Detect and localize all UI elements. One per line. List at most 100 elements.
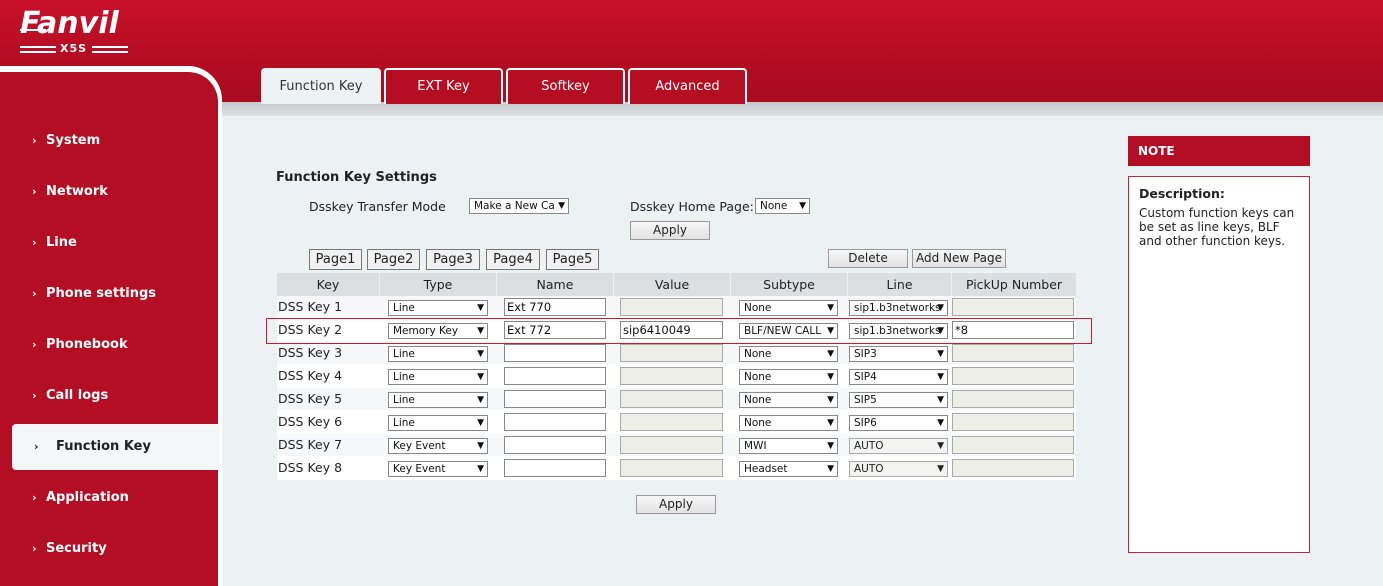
note-header: NOTE xyxy=(1128,136,1310,166)
page3-button[interactable]: Page3 xyxy=(426,249,480,270)
name-input[interactable] xyxy=(504,367,606,385)
subtype-select[interactable]: None ▼ xyxy=(739,369,838,385)
type-select-text: Line xyxy=(393,417,415,429)
line-select[interactable]: AUTO ▼ xyxy=(849,461,948,477)
pickup-input[interactable] xyxy=(952,436,1074,454)
apply-bottom-button[interactable]: Apply xyxy=(636,495,716,514)
sidebar-item-label: Network xyxy=(46,184,108,199)
page2-button[interactable]: Page2 xyxy=(367,249,420,270)
value-input[interactable] xyxy=(620,459,723,477)
dropdown-arrow-icon: ▼ xyxy=(477,303,484,313)
page5-button[interactable]: Page5 xyxy=(546,249,599,270)
dropdown-arrow-icon: ▼ xyxy=(937,303,944,313)
subtype-select[interactable]: None ▼ xyxy=(739,346,838,362)
type-select[interactable]: Line ▼ xyxy=(388,392,488,408)
subtype-select[interactable]: None ▼ xyxy=(739,300,838,316)
type-select[interactable]: Line ▼ xyxy=(388,300,488,316)
sidebar-item-application[interactable]: › Application xyxy=(0,475,218,521)
line-select[interactable]: AUTO ▼ xyxy=(849,438,948,454)
line-select-text: SIP4 xyxy=(854,371,877,383)
sidebar-item-system[interactable]: › System xyxy=(0,118,218,164)
line-select[interactable]: SIP6 ▼ xyxy=(849,415,948,431)
value-input[interactable] xyxy=(620,436,723,454)
dropdown-arrow-icon: ▼ xyxy=(827,303,834,313)
tab-advanced[interactable]: Advanced xyxy=(628,68,747,104)
line-select-text: AUTO xyxy=(854,463,884,475)
line-select[interactable]: SIP5 ▼ xyxy=(849,392,948,408)
column-header-type: Type xyxy=(380,273,496,296)
pickup-input[interactable] xyxy=(952,367,1074,385)
sidebar-item-phone-settings[interactable]: › Phone settings xyxy=(0,271,218,317)
page1-button[interactable]: Page1 xyxy=(309,249,362,270)
sidebar-item-call-logs[interactable]: › Call logs xyxy=(0,373,218,419)
type-select[interactable]: Key Event ▼ xyxy=(388,438,488,454)
value-input[interactable] xyxy=(620,344,723,362)
column-header-value: Value xyxy=(614,273,730,296)
type-select[interactable]: Line ▼ xyxy=(388,415,488,431)
sidebar-item-label: Line xyxy=(46,235,77,250)
chevron-right-icon: › xyxy=(32,287,37,300)
value-input[interactable] xyxy=(620,413,723,431)
delete-button[interactable]: Delete xyxy=(828,249,908,268)
line-select[interactable]: SIP4 ▼ xyxy=(849,369,948,385)
subtype-select-text: None xyxy=(744,371,772,383)
subtype-select[interactable]: None ▼ xyxy=(739,415,838,431)
type-select[interactable]: Line ▼ xyxy=(388,369,488,385)
type-select[interactable]: Key Event ▼ xyxy=(388,461,488,477)
type-select-text: Line xyxy=(393,302,415,314)
sidebar-item-network[interactable]: › Network xyxy=(0,169,218,215)
subtype-select[interactable]: Headset ▼ xyxy=(739,461,838,477)
line-select[interactable]: sip1.b3networks ▼ xyxy=(849,300,948,316)
chevron-right-icon: › xyxy=(32,134,37,147)
name-input[interactable] xyxy=(504,459,606,477)
pickup-input[interactable] xyxy=(952,344,1074,362)
value-input[interactable] xyxy=(620,298,723,316)
dropdown-arrow-icon: ▼ xyxy=(937,464,944,474)
pickup-input[interactable] xyxy=(952,459,1074,477)
select-value: None xyxy=(760,200,788,212)
subtype-select[interactable]: None ▼ xyxy=(739,392,838,408)
sidebar-item-phonebook[interactable]: › Phonebook xyxy=(0,322,218,368)
column-header-line: Line xyxy=(848,273,951,296)
dropdown-arrow-icon: ▼ xyxy=(477,372,484,382)
tab-softkey[interactable]: Softkey xyxy=(506,68,625,104)
name-input[interactable] xyxy=(504,413,606,431)
name-input[interactable] xyxy=(504,436,606,454)
name-input[interactable] xyxy=(504,344,606,362)
dropdown-arrow-icon: ▼ xyxy=(827,395,834,405)
type-select[interactable]: Line ▼ xyxy=(388,346,488,362)
name-input[interactable]: Ext 770 xyxy=(504,298,606,316)
column-header-pickup: PickUp Number xyxy=(952,273,1076,296)
value-input[interactable] xyxy=(620,367,723,385)
tab-function-key[interactable]: Function Key xyxy=(261,68,381,104)
line-select[interactable]: SIP3 ▼ xyxy=(849,346,948,362)
sidebar-item-security[interactable]: › Security xyxy=(0,526,218,572)
subtype-select[interactable]: MWI ▼ xyxy=(739,438,838,454)
home-page-select[interactable]: None ▼ xyxy=(755,198,810,214)
dropdown-arrow-icon: ▼ xyxy=(937,441,944,451)
sidebar-item-function-key[interactable]: › Function Key xyxy=(12,424,220,470)
sidebar-item-label: Phonebook xyxy=(46,337,128,352)
name-input[interactable] xyxy=(504,390,606,408)
subtype-select-text: None xyxy=(744,417,772,429)
value-input[interactable] xyxy=(620,390,723,408)
logo-stripe xyxy=(92,46,128,48)
pickup-input[interactable] xyxy=(952,390,1074,408)
key-label: DSS Key 4 xyxy=(278,368,343,383)
page4-button[interactable]: Page4 xyxy=(486,249,540,270)
key-label: DSS Key 1 xyxy=(278,299,343,314)
note-panel: Description: Custom function keys can be… xyxy=(1128,176,1310,553)
apply-top-button[interactable]: Apply xyxy=(630,221,710,240)
dropdown-arrow-icon: ▼ xyxy=(827,372,834,382)
dropdown-arrow-icon: ▼ xyxy=(937,349,944,359)
pickup-input[interactable] xyxy=(952,298,1074,316)
dropdown-arrow-icon: ▼ xyxy=(477,464,484,474)
pickup-input[interactable] xyxy=(952,413,1074,431)
dropdown-arrow-icon: ▼ xyxy=(937,418,944,428)
key-label: DSS Key 5 xyxy=(278,391,343,406)
sidebar-item-line[interactable]: › Line xyxy=(0,220,218,266)
tab-ext-key[interactable]: EXT Key xyxy=(384,68,503,104)
add-new-page-button[interactable]: Add New Page xyxy=(912,249,1006,268)
dropdown-arrow-icon: ▼ xyxy=(937,372,944,382)
transfer-mode-select[interactable]: Make a New Ca ▼ xyxy=(469,198,569,214)
